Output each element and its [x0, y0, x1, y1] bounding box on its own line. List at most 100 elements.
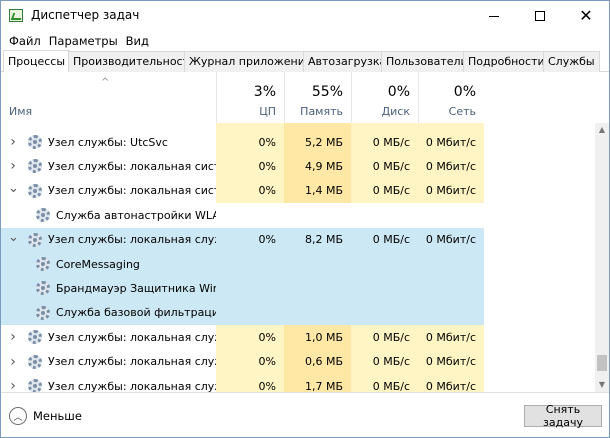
column-cpu[interactable]: 3% ЦП: [216, 72, 284, 123]
disk-cell: 0 МБ/с: [351, 325, 418, 350]
process-group-row[interactable]: ›Узел службы: локальная служ...0%1,7 МБ0…: [1, 373, 595, 392]
chevron-down-icon[interactable]: ⌄: [8, 230, 19, 245]
tab-performance[interactable]: Производительность: [68, 51, 201, 72]
chevron-up-circle-icon[interactable]: ︿: [9, 407, 27, 425]
gear-icon: [36, 208, 50, 223]
tab-bar: Процессы Производительность Журнал прило…: [1, 50, 609, 72]
disk-cell: 0 МБ/с: [351, 349, 418, 374]
column-name-label: Имя: [9, 105, 33, 118]
footer: ︿ Меньше Снять задачу: [1, 392, 609, 437]
tab-startup[interactable]: Автозагрузка: [303, 51, 392, 72]
process-group-row[interactable]: ›Узел службы: локальная служ...0%1,0 МБ0…: [1, 325, 595, 350]
cpu-cell: [216, 276, 284, 301]
memory-label: Память: [300, 105, 343, 118]
service-name: Брандмауэр Защитника Win...: [56, 282, 216, 296]
net-cell: [418, 251, 484, 277]
disk-cell: 0 МБ/с: [351, 130, 418, 155]
column-memory[interactable]: 55% Память: [284, 72, 351, 123]
net-cell: 0 Мбит/с: [418, 373, 484, 392]
process-name-cell: ⌄ Узел службы: локальная служ...: [1, 227, 216, 252]
table-cell: [418, 123, 484, 130]
process-name-cell: Служба автонастройки WLAN: [1, 203, 216, 227]
mem-cell: [284, 251, 351, 277]
fewer-details-link[interactable]: Меньше: [33, 409, 82, 423]
service-name: Служба автонастройки WLAN: [56, 208, 216, 222]
menu-options[interactable]: Параметры: [45, 34, 122, 48]
cpu-cell: 0%: [216, 325, 284, 350]
process-name: Узел службы: локальная служ...: [48, 379, 216, 392]
window-title: Диспетчер задач: [31, 8, 140, 22]
end-task-button[interactable]: Снять задачу: [524, 403, 602, 429]
chevron-right-icon[interactable]: ›: [8, 354, 18, 370]
service-child-row[interactable]: CoreMessaging: [1, 251, 595, 277]
cpu-cell: 0%: [216, 349, 284, 374]
task-manager-icon: [9, 9, 23, 22]
process-name-cell: › Узел службы: локальная служ...: [1, 350, 216, 374]
net-cell: [418, 300, 484, 326]
tab-app-history[interactable]: Журнал приложений: [184, 51, 318, 72]
service-child-row[interactable]: Служба базовой фильтрации: [1, 300, 595, 326]
process-group-row[interactable]: › Узел службы: локальная сист... 0% 4,9 МБ 0…: [1, 154, 595, 179]
gear-icon: [28, 159, 42, 174]
gear-icon: [36, 281, 50, 296]
gear-icon: [36, 305, 50, 320]
scroll-down-icon[interactable]: ▼: [595, 378, 609, 392]
column-disk[interactable]: 0% Диск: [351, 72, 418, 123]
chevron-right-icon[interactable]: ›: [8, 134, 18, 150]
process-name: Узел службы: UtcSvc: [48, 135, 168, 149]
process-group-row[interactable]: › Узел службы: UtcSvc 0% 5,2 МБ 0 МБ/с 0 Мбит…: [1, 130, 595, 155]
maximize-button[interactable]: [517, 1, 563, 31]
table-cell: [351, 123, 418, 130]
net-cell: 0 Мбит/с: [418, 154, 484, 179]
mem-cell: 1,0 МБ: [284, 325, 351, 350]
column-name[interactable]: ^ Имя: [1, 72, 216, 123]
mem-cell: 4,9 МБ: [284, 154, 351, 179]
tab-users[interactable]: Пользователи: [381, 51, 473, 72]
network-label: Сеть: [448, 105, 476, 118]
table-cell: [284, 123, 351, 130]
mem-cell: [284, 276, 351, 301]
net-cell: [418, 276, 484, 301]
service-child-row[interactable]: Брандмауэр Защитника Win...: [1, 276, 595, 301]
gear-icon: [28, 232, 42, 247]
column-network[interactable]: 0% Сеть: [418, 72, 484, 123]
process-group-row[interactable]: ⌄Узел службы: локальная служ...0%8,2 МБ0…: [1, 227, 595, 252]
process-group-row[interactable]: ⌄ Узел службы: локальная сист... 0% 1,4 МБ 0…: [1, 178, 595, 204]
chevron-right-icon[interactable]: ›: [8, 158, 18, 174]
process-name-cell: CoreMessaging: [1, 251, 216, 277]
process-list: › Узел службы: UtcSvc 0% 5,2 МБ 0 МБ/с 0 Мбит…: [1, 123, 595, 392]
process-name-cell: › Узел службы: локальная служ...: [1, 374, 216, 392]
table-row-partial: [1, 123, 595, 130]
chevron-right-icon[interactable]: ›: [8, 378, 18, 392]
menu-view[interactable]: Вид: [122, 34, 153, 48]
cpu-cell: [216, 203, 284, 228]
sort-arrow-icon: ^: [101, 77, 110, 88]
network-total: 0%: [453, 84, 476, 100]
disk-total: 0%: [387, 84, 410, 100]
vertical-scrollbar[interactable]: ▲ ▼: [595, 123, 609, 392]
gear-icon: [28, 135, 42, 149]
chevron-right-icon[interactable]: ›: [8, 329, 18, 345]
disk-cell: [351, 251, 418, 277]
close-button[interactable]: ✕: [563, 1, 609, 31]
scrollbar-thumb[interactable]: [597, 355, 607, 371]
minimize-button[interactable]: [471, 1, 517, 31]
menu-file[interactable]: Файл: [5, 34, 45, 48]
net-cell: 0 Мбит/с: [418, 349, 484, 374]
scroll-up-icon[interactable]: ▲: [595, 123, 609, 137]
cpu-cell: [216, 251, 284, 277]
disk-cell: 0 МБ/с: [351, 373, 418, 392]
cpu-cell: 0%: [216, 373, 284, 392]
tab-services[interactable]: Службы: [543, 51, 600, 72]
process-name-cell: Брандмауэр Защитника Win...: [1, 276, 216, 301]
disk-cell: 0 МБ/с: [351, 227, 418, 252]
gear-icon: [36, 256, 50, 271]
tab-details[interactable]: Подробности: [463, 51, 550, 72]
tab-processes[interactable]: Процессы: [3, 50, 71, 72]
chevron-down-icon[interactable]: ⌄: [8, 181, 19, 196]
title-bar[interactable]: Диспетчер задач ✕: [1, 1, 609, 31]
cpu-cell: 0%: [216, 154, 284, 179]
service-child-row[interactable]: Служба автонастройки WLAN: [1, 203, 595, 228]
process-group-row[interactable]: ›Узел службы: локальная служ...0%0,6 МБ0…: [1, 349, 595, 374]
maximize-icon: [535, 11, 545, 21]
